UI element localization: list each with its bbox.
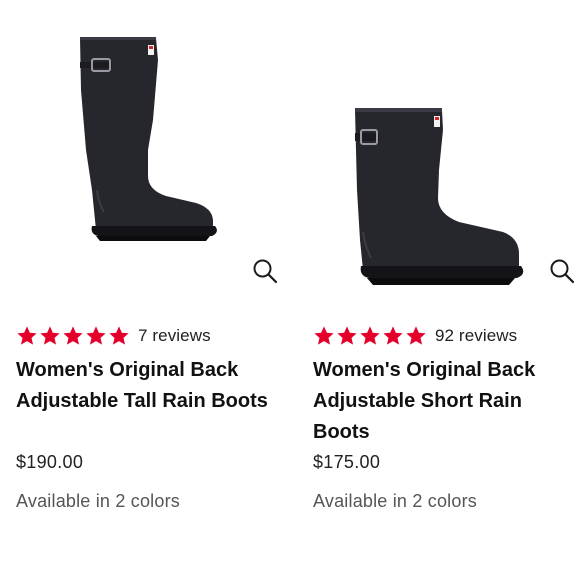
star-icon [313, 325, 335, 347]
star-icon [16, 325, 38, 347]
star-icon [359, 325, 381, 347]
magnifier-icon[interactable] [549, 258, 575, 284]
magnifier-icon[interactable] [252, 258, 278, 284]
product-price: $190.00 [16, 452, 84, 472]
star-icon [405, 325, 427, 347]
star-icon [39, 325, 61, 347]
available-colors: Available in 2 colors [16, 491, 180, 511]
product-card-tall-boots[interactable]: 7 reviews Women's Original Back Adjustab… [0, 0, 290, 580]
product-price: $175.00 [313, 452, 381, 472]
star-rating [313, 325, 427, 347]
tall-rain-boot-image[interactable] [0, 0, 290, 300]
product-title[interactable]: Women's Original Back Adjustable Short R… [313, 355, 578, 448]
product-rating: 7 reviews [16, 324, 211, 348]
reviews-link[interactable]: 7 reviews [138, 326, 211, 346]
star-icon [336, 325, 358, 347]
product-grid: 7 reviews Women's Original Back Adjustab… [0, 0, 580, 580]
product-title[interactable]: Women's Original Back Adjustable Tall Ra… [16, 355, 281, 417]
product-card-short-boots[interactable]: 92 reviews Women's Original Back Adjusta… [297, 0, 580, 580]
star-icon [85, 325, 107, 347]
star-icon [62, 325, 84, 347]
short-rain-boot-image[interactable] [297, 0, 580, 300]
reviews-link[interactable]: 92 reviews [435, 326, 517, 346]
star-icon [382, 325, 404, 347]
available-colors: Available in 2 colors [313, 491, 477, 511]
star-rating [16, 325, 130, 347]
star-icon [108, 325, 130, 347]
product-rating: 92 reviews [313, 324, 517, 348]
